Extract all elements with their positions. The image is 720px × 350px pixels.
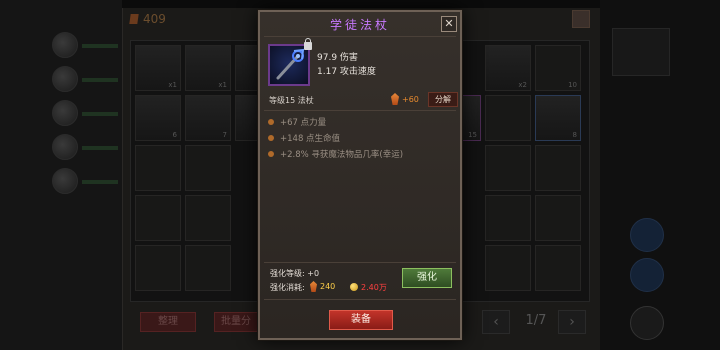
slot-count: 15 [468, 131, 477, 139]
close-icon[interactable] [572, 10, 590, 28]
enhance-level-value: +0 [307, 269, 320, 278]
enhance-gold-cost: 2.40万 [361, 283, 387, 292]
sort-button[interactable]: 整理 [140, 312, 196, 332]
next-page-icon[interactable]: › [558, 310, 586, 334]
gold-coin-icon [350, 283, 358, 291]
inventory-slot[interactable]: x1 [135, 45, 181, 91]
slot-count: 10 [568, 81, 577, 89]
bullet-icon [268, 119, 274, 125]
currency-display: 409 [129, 12, 166, 26]
left-side-panel [0, 0, 122, 350]
attribute-line: +67 点力量 [268, 116, 326, 128]
inventory-slot[interactable] [535, 195, 581, 241]
slot-count: x1 [168, 81, 177, 89]
prev-page-icon[interactable]: ‹ [482, 310, 510, 334]
slot-count: 8 [572, 131, 577, 139]
gem-icon [391, 93, 399, 105]
inventory-slot[interactable] [485, 195, 531, 241]
inventory-slot[interactable] [185, 195, 231, 241]
inventory-slot[interactable] [135, 145, 181, 191]
bullet-icon [268, 151, 274, 157]
attribute-text: +67 点力量 [280, 118, 327, 128]
slot-count: x2 [518, 81, 527, 89]
skill-orb-icon[interactable] [630, 258, 664, 292]
slot-count: 7 [222, 131, 227, 139]
character-avatar[interactable] [52, 66, 78, 92]
enhance-cost-label: 强化消耗: [270, 283, 305, 292]
attribute-line: +148 点生命值 [268, 132, 340, 144]
inventory-slot[interactable] [185, 145, 231, 191]
enhance-level-label: 强化等级: [270, 269, 305, 278]
divider [264, 36, 456, 37]
inventory-slot[interactable]: 8 [535, 95, 581, 141]
item-detail-dialog: 学徒法杖 ✕ 97.9 伤害 1.17 攻击速度 等级15 法杖 +60 分解 … [258, 10, 462, 340]
staff-icon [268, 44, 310, 86]
skill-orb-icon[interactable] [630, 218, 664, 252]
character-avatar[interactable] [52, 134, 78, 160]
inventory-slot[interactable] [535, 145, 581, 191]
gem-icon [129, 14, 139, 24]
split-button[interactable]: 分解 [428, 92, 458, 107]
batch-split-button[interactable]: 批量分 [214, 312, 258, 332]
close-button[interactable]: ✕ [441, 16, 457, 32]
inventory-slot[interactable] [185, 245, 231, 291]
health-bar [82, 78, 118, 82]
item-level-type: 等级15 法杖 [269, 96, 314, 105]
enhance-gem-cost: 240 [320, 282, 336, 291]
inventory-slot[interactable] [535, 245, 581, 291]
bullet-icon [268, 135, 274, 141]
pagination: ‹ 1/7 › [480, 310, 590, 334]
inventory-slot[interactable]: 6 [135, 95, 181, 141]
slot-count: 6 [172, 131, 177, 139]
gold-amount: 409 [143, 12, 166, 26]
damage-stat: 97.9 伤害 [317, 53, 358, 63]
item-name: 学徒法杖 [329, 18, 390, 32]
divider [264, 262, 456, 263]
attack-speed-stat: 1.17 攻击速度 [317, 67, 376, 77]
inventory-slot[interactable] [135, 195, 181, 241]
attribute-line: +2.8% 寻获魔法物品几率(幸运) [268, 148, 403, 160]
enhance-button[interactable]: 强化 [402, 268, 452, 288]
slot-count: x1 [218, 81, 227, 89]
gem-icon [310, 281, 317, 292]
attribute-text: +2.8% 寻获魔法物品几率(幸运) [280, 150, 404, 160]
attribute-text: +148 点生命值 [280, 134, 341, 144]
character-avatar[interactable] [52, 100, 78, 126]
health-bar [82, 44, 118, 48]
inventory-slot[interactable] [485, 245, 531, 291]
divider [264, 299, 456, 300]
inventory-slot[interactable] [485, 95, 531, 141]
enhance-level: 强化等级: +0 [270, 268, 319, 279]
character-avatar[interactable] [52, 168, 78, 194]
inventory-slot[interactable]: 10 [535, 45, 581, 91]
divider [264, 110, 456, 111]
inventory-slot[interactable]: x1 [185, 45, 231, 91]
page-indicator: 1/7 [525, 313, 547, 328]
equip-button[interactable]: 装备 [329, 310, 393, 330]
item-value: +60 [402, 95, 419, 104]
inventory-slot[interactable]: 7 [185, 95, 231, 141]
character-avatar[interactable] [52, 32, 78, 58]
health-bar [82, 112, 118, 116]
inventory-slot[interactable]: x2 [485, 45, 531, 91]
health-bar [82, 180, 118, 184]
health-bar [82, 146, 118, 150]
inventory-slot[interactable] [485, 145, 531, 191]
right-side-panel [600, 0, 720, 350]
lock-icon[interactable] [304, 38, 312, 50]
shop-icon[interactable] [630, 306, 664, 340]
character-preview[interactable] [612, 28, 670, 76]
inventory-slot[interactable] [135, 245, 181, 291]
